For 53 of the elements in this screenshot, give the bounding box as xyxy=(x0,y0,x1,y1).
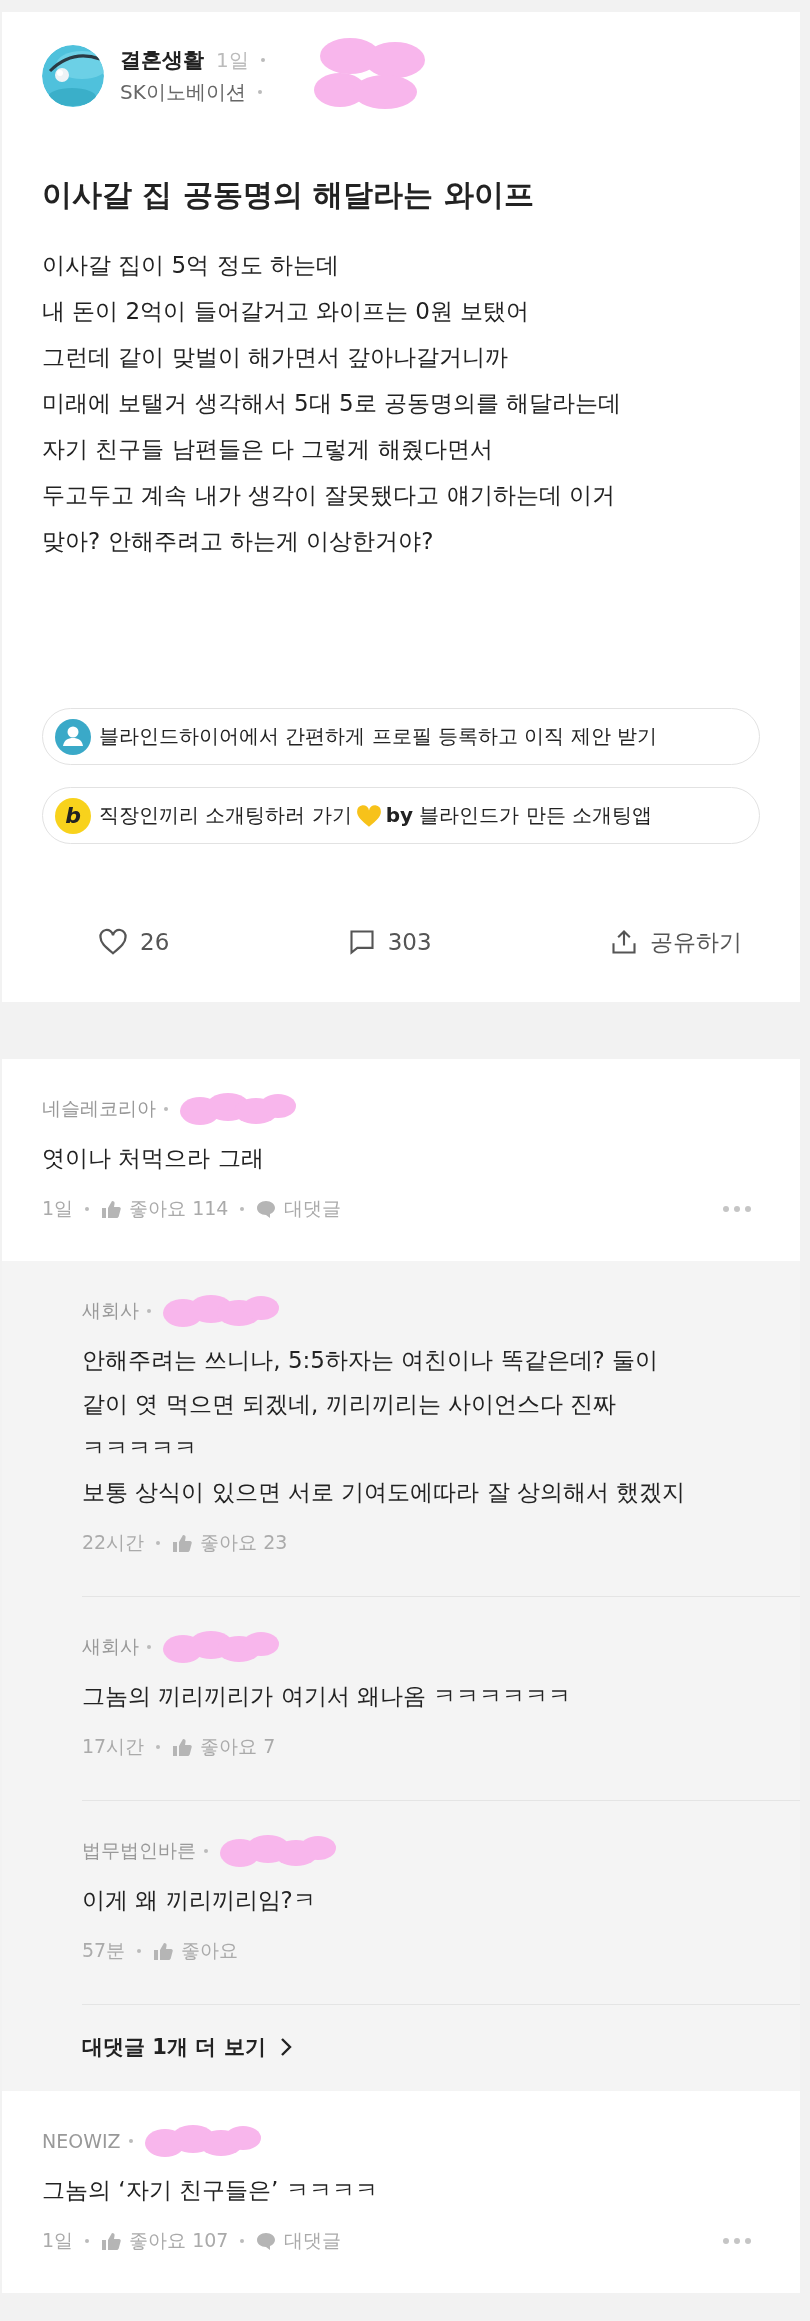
post-title: 이사갈 집 공동명의 해달라는 와이프 xyxy=(42,176,535,214)
separator-dot xyxy=(85,1207,90,1211)
separator-dot xyxy=(260,58,265,62)
share-icon xyxy=(610,928,638,956)
comment-time: 1일 xyxy=(42,2228,74,2253)
company-name: 법무법인바른 xyxy=(82,1838,196,1863)
post-body: 이사갈 집이 5억 정도 하는데 내 돈이 2억이 들어갈거고 와이프는 0원 보탰어 그런데 같이 맞벌이 해가면서 갚아나갈거니까 미래에 보탤거 생각해서 5대 5로 공동명의를 해달라는데 자기 친구들 남편들은 다 그렇게 해줬다면서 두고두고 계속 내가 생각이 잘못됐다고 얘기하는데 이거 맞아? 안해주려고 하는게 이상한거야? xyxy=(42,251,623,556)
company-name: NEOWIZ xyxy=(42,2130,121,2152)
separator-dot xyxy=(204,1849,208,1853)
comment-text: 안해주려는 쓰니나, 5:5하자는 여친이나 똑같은데? 둘이 같이 엿 먹으면 되겠네, 끼리끼리는 사이언스다 진짜 ㅋㅋㅋㅋㅋ 보통 상식이 있으면 서로 기여도에따라 잘 상의해서 했겠지 xyxy=(82,1346,687,1507)
thumbs-up-icon xyxy=(101,2231,122,2251)
more-icon[interactable] xyxy=(722,2237,752,2245)
more-replies-link[interactable]: 대댓글 1개 더 보기 xyxy=(82,2005,292,2091)
comment-time: 22시간 xyxy=(82,1530,145,1555)
separator-dot xyxy=(164,1107,168,1111)
separator-dot xyxy=(128,2139,133,2143)
comment-button[interactable]: 303 xyxy=(347,922,432,962)
chevron-right-icon xyxy=(279,2037,292,2057)
separator-dot xyxy=(240,2239,245,2243)
comment-time: 17시간 xyxy=(82,1734,145,1759)
board-name[interactable]: 결혼생활 xyxy=(120,46,204,74)
speech-bubble-icon xyxy=(256,2231,277,2251)
comment-text: 엿이나 처먹으라 그래 xyxy=(42,1144,265,1173)
speech-bubble-icon xyxy=(256,1199,277,1219)
logo-badge: b xyxy=(55,797,91,834)
heart-outline-icon xyxy=(98,928,128,956)
separator-dot xyxy=(137,1949,142,1953)
comment-time: 1일 xyxy=(42,1196,74,1221)
company-name: SK이노베이션 xyxy=(120,78,246,106)
company-name: 네슬레코리아 xyxy=(42,1096,156,1121)
more-icon[interactable] xyxy=(722,1205,752,1213)
comment-text: 이게 왜 끼리끼리임?ㅋ xyxy=(82,1886,317,1915)
thumbs-up-icon xyxy=(172,1737,193,1757)
separator-dot xyxy=(156,1745,161,1749)
separator-dot xyxy=(147,1645,151,1649)
post-time: 1일 xyxy=(216,46,249,74)
comment-text: 그놈의 ‘자기 친구들은’ ㅋㅋㅋㅋ xyxy=(42,2176,379,2205)
profile-icon xyxy=(55,718,91,755)
like-button[interactable]: 26 xyxy=(98,922,170,962)
thumbs-up-icon xyxy=(153,1941,174,1961)
separator-dot xyxy=(147,1309,151,1313)
company-name: 새회사 xyxy=(82,1298,139,1323)
thumbs-up-icon xyxy=(101,1199,122,1219)
separator-dot xyxy=(156,1541,161,1545)
thumbs-up-icon xyxy=(172,1533,193,1553)
separator-dot xyxy=(85,2239,90,2243)
company-name: 새회사 xyxy=(82,1634,139,1659)
comment-time: 57분 xyxy=(82,1938,126,1963)
separator-dot xyxy=(240,1207,245,1211)
speech-bubble-icon xyxy=(347,928,376,956)
separator-dot xyxy=(257,90,262,94)
comment-text: 그놈의 끼리끼리가 여기서 왜나옴 ㅋㅋㅋㅋㅋㅋ xyxy=(82,1682,573,1711)
share-button[interactable]: 공유하기 xyxy=(610,922,742,962)
